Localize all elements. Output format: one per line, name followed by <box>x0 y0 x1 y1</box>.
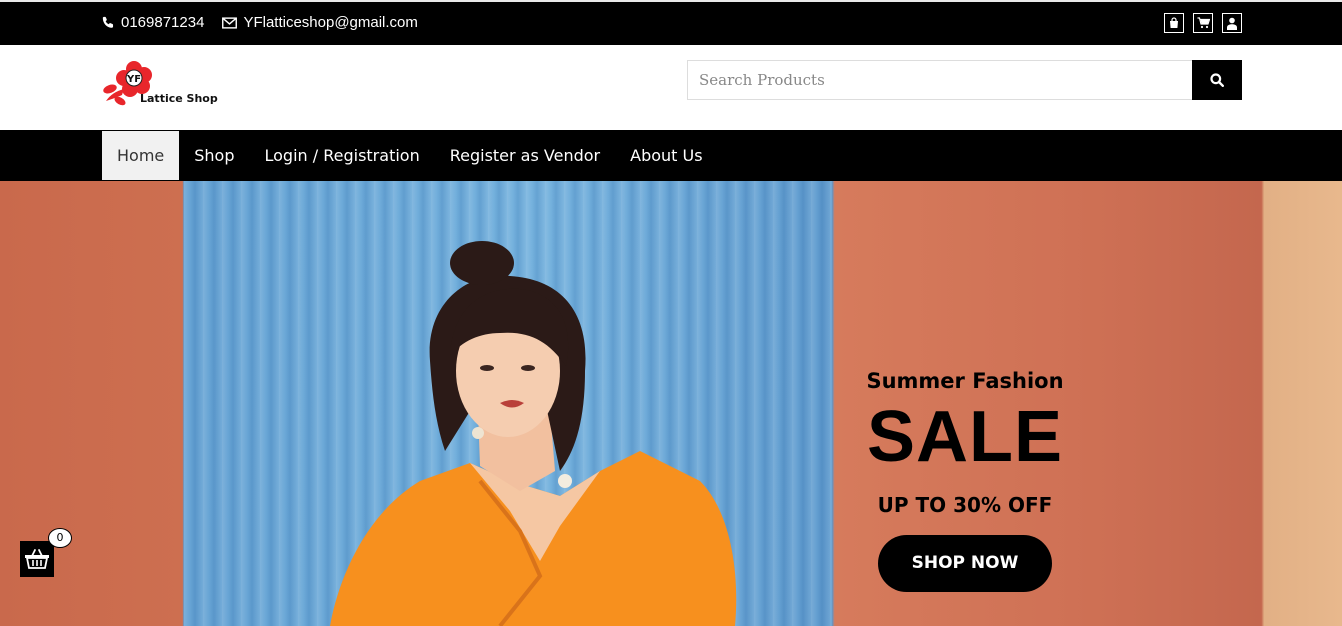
email-contact: YFlatticeshop@gmail.com <box>222 14 418 31</box>
search-input[interactable] <box>687 60 1192 100</box>
site-logo[interactable]: YF Lattice Shop <box>102 61 222 111</box>
top-bar: 0169871234 YFlatticeshop@gmail.com <box>0 0 1342 45</box>
search-icon <box>1210 73 1224 87</box>
nav-item-shop[interactable]: Shop <box>179 131 249 180</box>
basket-icon <box>25 549 49 569</box>
cart-icon[interactable] <box>1193 13 1213 33</box>
search-bar <box>687 60 1242 100</box>
nav-item-login[interactable]: Login / Registration <box>250 131 435 180</box>
logo-mark: YF <box>126 74 141 85</box>
phone-icon <box>102 16 114 28</box>
hero-banner: Summer Fashion SALE UP TO 30% OFF SHOP N… <box>0 181 1342 626</box>
promo-offer: UP TO 30% OFF <box>877 493 1053 517</box>
envelope-icon <box>222 16 238 29</box>
model-illustration <box>330 241 737 626</box>
promo-headline: SALE <box>866 397 1064 477</box>
email-address[interactable]: YFlatticeshop@gmail.com <box>243 14 417 31</box>
site-header: YF Lattice Shop <box>0 45 1342 130</box>
phone-number[interactable]: 0169871234 <box>121 14 204 31</box>
nav-item-home[interactable]: Home <box>102 131 180 180</box>
shopping-bag-icon[interactable] <box>1164 13 1184 33</box>
logo-text: Lattice Shop <box>140 92 218 105</box>
search-button[interactable] <box>1192 60 1242 100</box>
shop-now-button[interactable]: SHOP NOW <box>878 535 1052 592</box>
user-icon[interactable] <box>1222 13 1242 33</box>
main-nav: Home Shop Login / Registration Register … <box>0 130 1342 181</box>
basket-count-badge: 0 <box>48 528 72 548</box>
top-icons <box>1164 13 1242 33</box>
phone-contact: 0169871234 <box>102 14 204 31</box>
nav-item-about[interactable]: About Us <box>615 131 717 180</box>
promo-subtitle: Summer Fashion <box>866 369 1064 393</box>
floating-basket-button[interactable]: 0 <box>20 528 72 577</box>
contact-info: 0169871234 YFlatticeshop@gmail.com <box>102 14 436 31</box>
promo-block: Summer Fashion SALE UP TO 30% OFF SHOP N… <box>864 369 1066 592</box>
nav-item-register-vendor[interactable]: Register as Vendor <box>435 131 615 180</box>
